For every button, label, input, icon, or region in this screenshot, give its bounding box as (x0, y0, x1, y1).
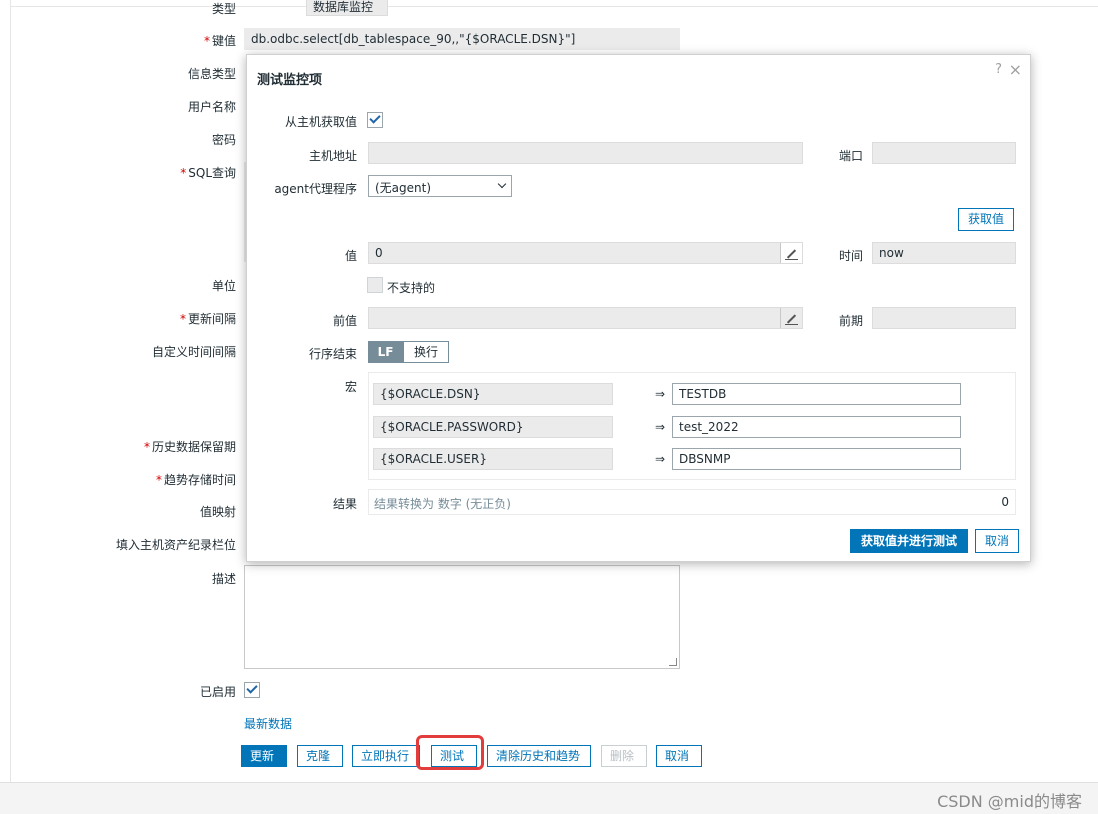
description-label: 描述 (211, 572, 236, 586)
macro-value-input[interactable]: TESTDB (672, 383, 961, 405)
csdn-watermark: CSDN @mid的博客 (937, 792, 1082, 811)
agent-label: agent代理程序 (274, 182, 357, 196)
type-select[interactable]: 数据库监控 (306, 0, 388, 16)
clear-history-button[interactable]: 清除历史和趋势 (487, 745, 591, 767)
macro-arrow-icon: ⇒ (655, 387, 666, 401)
update-button[interactable]: 更新 (241, 745, 287, 767)
test-button-highlight (416, 735, 484, 770)
not-supported-label: 不支持的 (387, 281, 436, 295)
enabled-checkbox[interactable] (244, 682, 260, 698)
close-icon[interactable]: × (1009, 60, 1022, 79)
history-label: * 历史数据保留期 (143, 440, 236, 454)
result-conversion-text: 结果转换为 数字 (无正负) (374, 497, 511, 511)
macro-name: {$ORACLE.USER} (373, 448, 613, 470)
host-address-label: 主机地址 (308, 149, 357, 163)
port-input[interactable] (872, 142, 1016, 164)
time-input[interactable]: now (872, 242, 1016, 264)
eol-crlf-option[interactable]: 换行 (403, 341, 449, 363)
macro-name: {$ORACLE.DSN} (373, 383, 613, 405)
password-label: 密码 (211, 133, 236, 147)
latest-data-link[interactable]: 最新数据 (244, 715, 292, 732)
get-from-host-label: 从主机获取值 (284, 115, 357, 129)
key-label: * 键值 (203, 34, 236, 48)
update-interval-label: * 更新间隔 (179, 312, 236, 326)
prev-time-label: 前期 (838, 314, 863, 328)
key-input[interactable]: db.odbc.select[db_tablespace_90,,"{$ORAC… (244, 28, 680, 50)
result-label: 结果 (332, 497, 357, 511)
macros-label: 宏 (344, 380, 357, 394)
prev-value-input[interactable] (368, 307, 803, 329)
page-border-left (10, 0, 11, 782)
get-from-host-checkbox[interactable] (367, 112, 383, 128)
unit-label: 单位 (211, 279, 236, 293)
description-textarea[interactable] (244, 565, 680, 669)
sql-query-label: * SQL查询 (180, 166, 236, 180)
username-label: 用户名称 (187, 100, 236, 114)
host-address-input[interactable] (368, 142, 803, 164)
chevron-down-icon (497, 179, 507, 189)
dialog-title: 测试监控项 (257, 73, 323, 88)
prev-value-label: 前值 (332, 314, 357, 328)
info-type-label: 信息类型 (187, 67, 236, 81)
delete-button[interactable]: 删除 (601, 745, 647, 767)
macro-value-input[interactable]: DBSNMP (672, 448, 961, 470)
get-value-button[interactable]: 获取值 (958, 208, 1015, 231)
test-item-dialog: 测试监控项 ? × 从主机获取值 主机地址 端口 agent代理程序 (无age… (246, 54, 1031, 562)
execute-now-button[interactable]: 立即执行 (352, 745, 420, 767)
time-label: 时间 (838, 249, 863, 263)
value-map-label: 值映射 (199, 505, 236, 519)
page: 类型 数据库监控 * 键值 db.odbc.select[db_tablespac… (0, 0, 1098, 814)
prev-time-input[interactable] (872, 307, 1016, 329)
port-label: 端口 (838, 149, 863, 163)
clone-button[interactable]: 克隆 (297, 745, 343, 767)
resize-handle-icon[interactable] (669, 658, 677, 666)
macro-arrow-icon: ⇒ (655, 452, 666, 466)
eol-label: 行序结束 (308, 347, 357, 361)
value-label: 值 (344, 249, 357, 263)
inventory-label: 填入主机资产纪录栏位 (115, 538, 236, 552)
result-field: 结果转换为 数字 (无正负) 0 (368, 489, 1016, 515)
agent-select[interactable]: (无agent) (368, 175, 512, 197)
result-value: 0 (1001, 495, 1009, 509)
type-label: 类型 (211, 2, 236, 16)
custom-interval-label: 自定义时间间隔 (151, 345, 236, 359)
macros-table: {$ORACLE.DSN} ⇒ TESTDB {$ORACLE.PASSWORD… (368, 372, 1016, 480)
footer-strip (0, 782, 1098, 814)
checkmark-icon (246, 682, 258, 694)
help-icon[interactable]: ? (995, 62, 1002, 77)
eol-lf-option[interactable]: LF (368, 341, 403, 363)
cancel-button[interactable]: 取消 (656, 745, 702, 767)
macro-name: {$ORACLE.PASSWORD} (373, 416, 613, 438)
trend-label: * 趋势存储时间 (155, 473, 236, 487)
dialog-cancel-button[interactable]: 取消 (975, 529, 1020, 553)
not-supported-checkbox[interactable] (367, 277, 383, 293)
value-input[interactable]: 0 (368, 242, 803, 264)
macro-arrow-icon: ⇒ (655, 420, 666, 434)
macro-value-input[interactable]: test_2022 (672, 416, 961, 438)
enabled-label: 已启用 (199, 685, 236, 699)
get-value-and-test-button[interactable]: 获取值并进行测试 (850, 529, 969, 553)
checkmark-icon (369, 112, 381, 124)
